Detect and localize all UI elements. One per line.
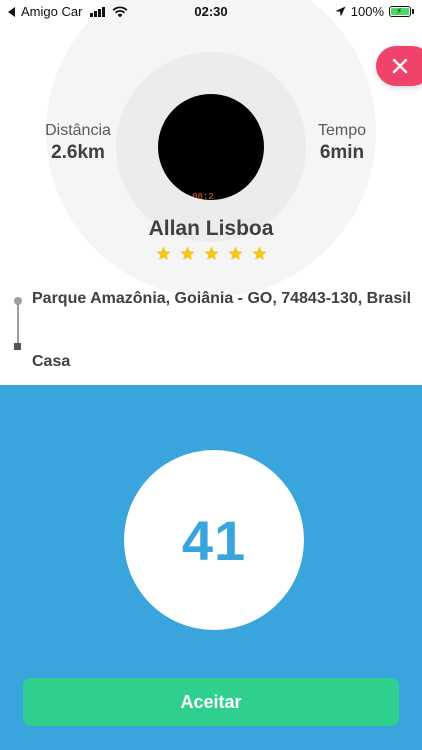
time-label: Tempo — [317, 122, 367, 139]
driver-avatar: 20 08:2 — [158, 94, 264, 200]
time-value: 6min — [319, 142, 365, 163]
close-button[interactable] — [376, 46, 422, 86]
route-origin-dot — [14, 297, 22, 305]
star-icon — [155, 246, 171, 261]
distance-metric: Distância 2.6km — [28, 122, 128, 164]
driver-name: Allan Lisboa — [148, 217, 274, 240]
time-metric: Tempo 6min — [292, 122, 392, 164]
route-connector-line — [17, 300, 19, 346]
battery-tip — [412, 9, 414, 14]
star-icon — [179, 246, 195, 261]
distance-value: 2.6km — [51, 142, 105, 163]
location-arrow-icon — [335, 6, 346, 17]
accept-button[interactable]: Aceitar — [23, 678, 399, 726]
star-icon — [203, 246, 219, 261]
battery-icon: ⚡ — [389, 6, 411, 17]
countdown-circle: 41 — [124, 450, 304, 630]
countdown-panel: 41 Aceitar — [0, 385, 422, 750]
route-destination-address: Casa — [32, 353, 71, 370]
avatar-timestamp: 20 08:2 — [176, 192, 214, 200]
close-icon — [392, 58, 408, 74]
status-bar: Amigo Car 02:30 100% ⚡ — [0, 0, 422, 24]
ride-info-panel: 20 08:2 Distância 2.6km Tempo 6min Allan… — [0, 0, 422, 385]
route-destination-marker — [14, 343, 21, 350]
rating-stars — [0, 245, 422, 262]
distance-label: Distância — [45, 122, 111, 139]
status-right: 100% ⚡ — [335, 4, 414, 19]
countdown-value: 41 — [181, 508, 247, 572]
route-origin-address: Parque Amazônia, Goiânia - GO, 74843-130… — [32, 290, 412, 307]
star-icon — [251, 246, 267, 261]
star-icon — [227, 246, 243, 261]
battery-percentage: 100% — [350, 4, 384, 19]
